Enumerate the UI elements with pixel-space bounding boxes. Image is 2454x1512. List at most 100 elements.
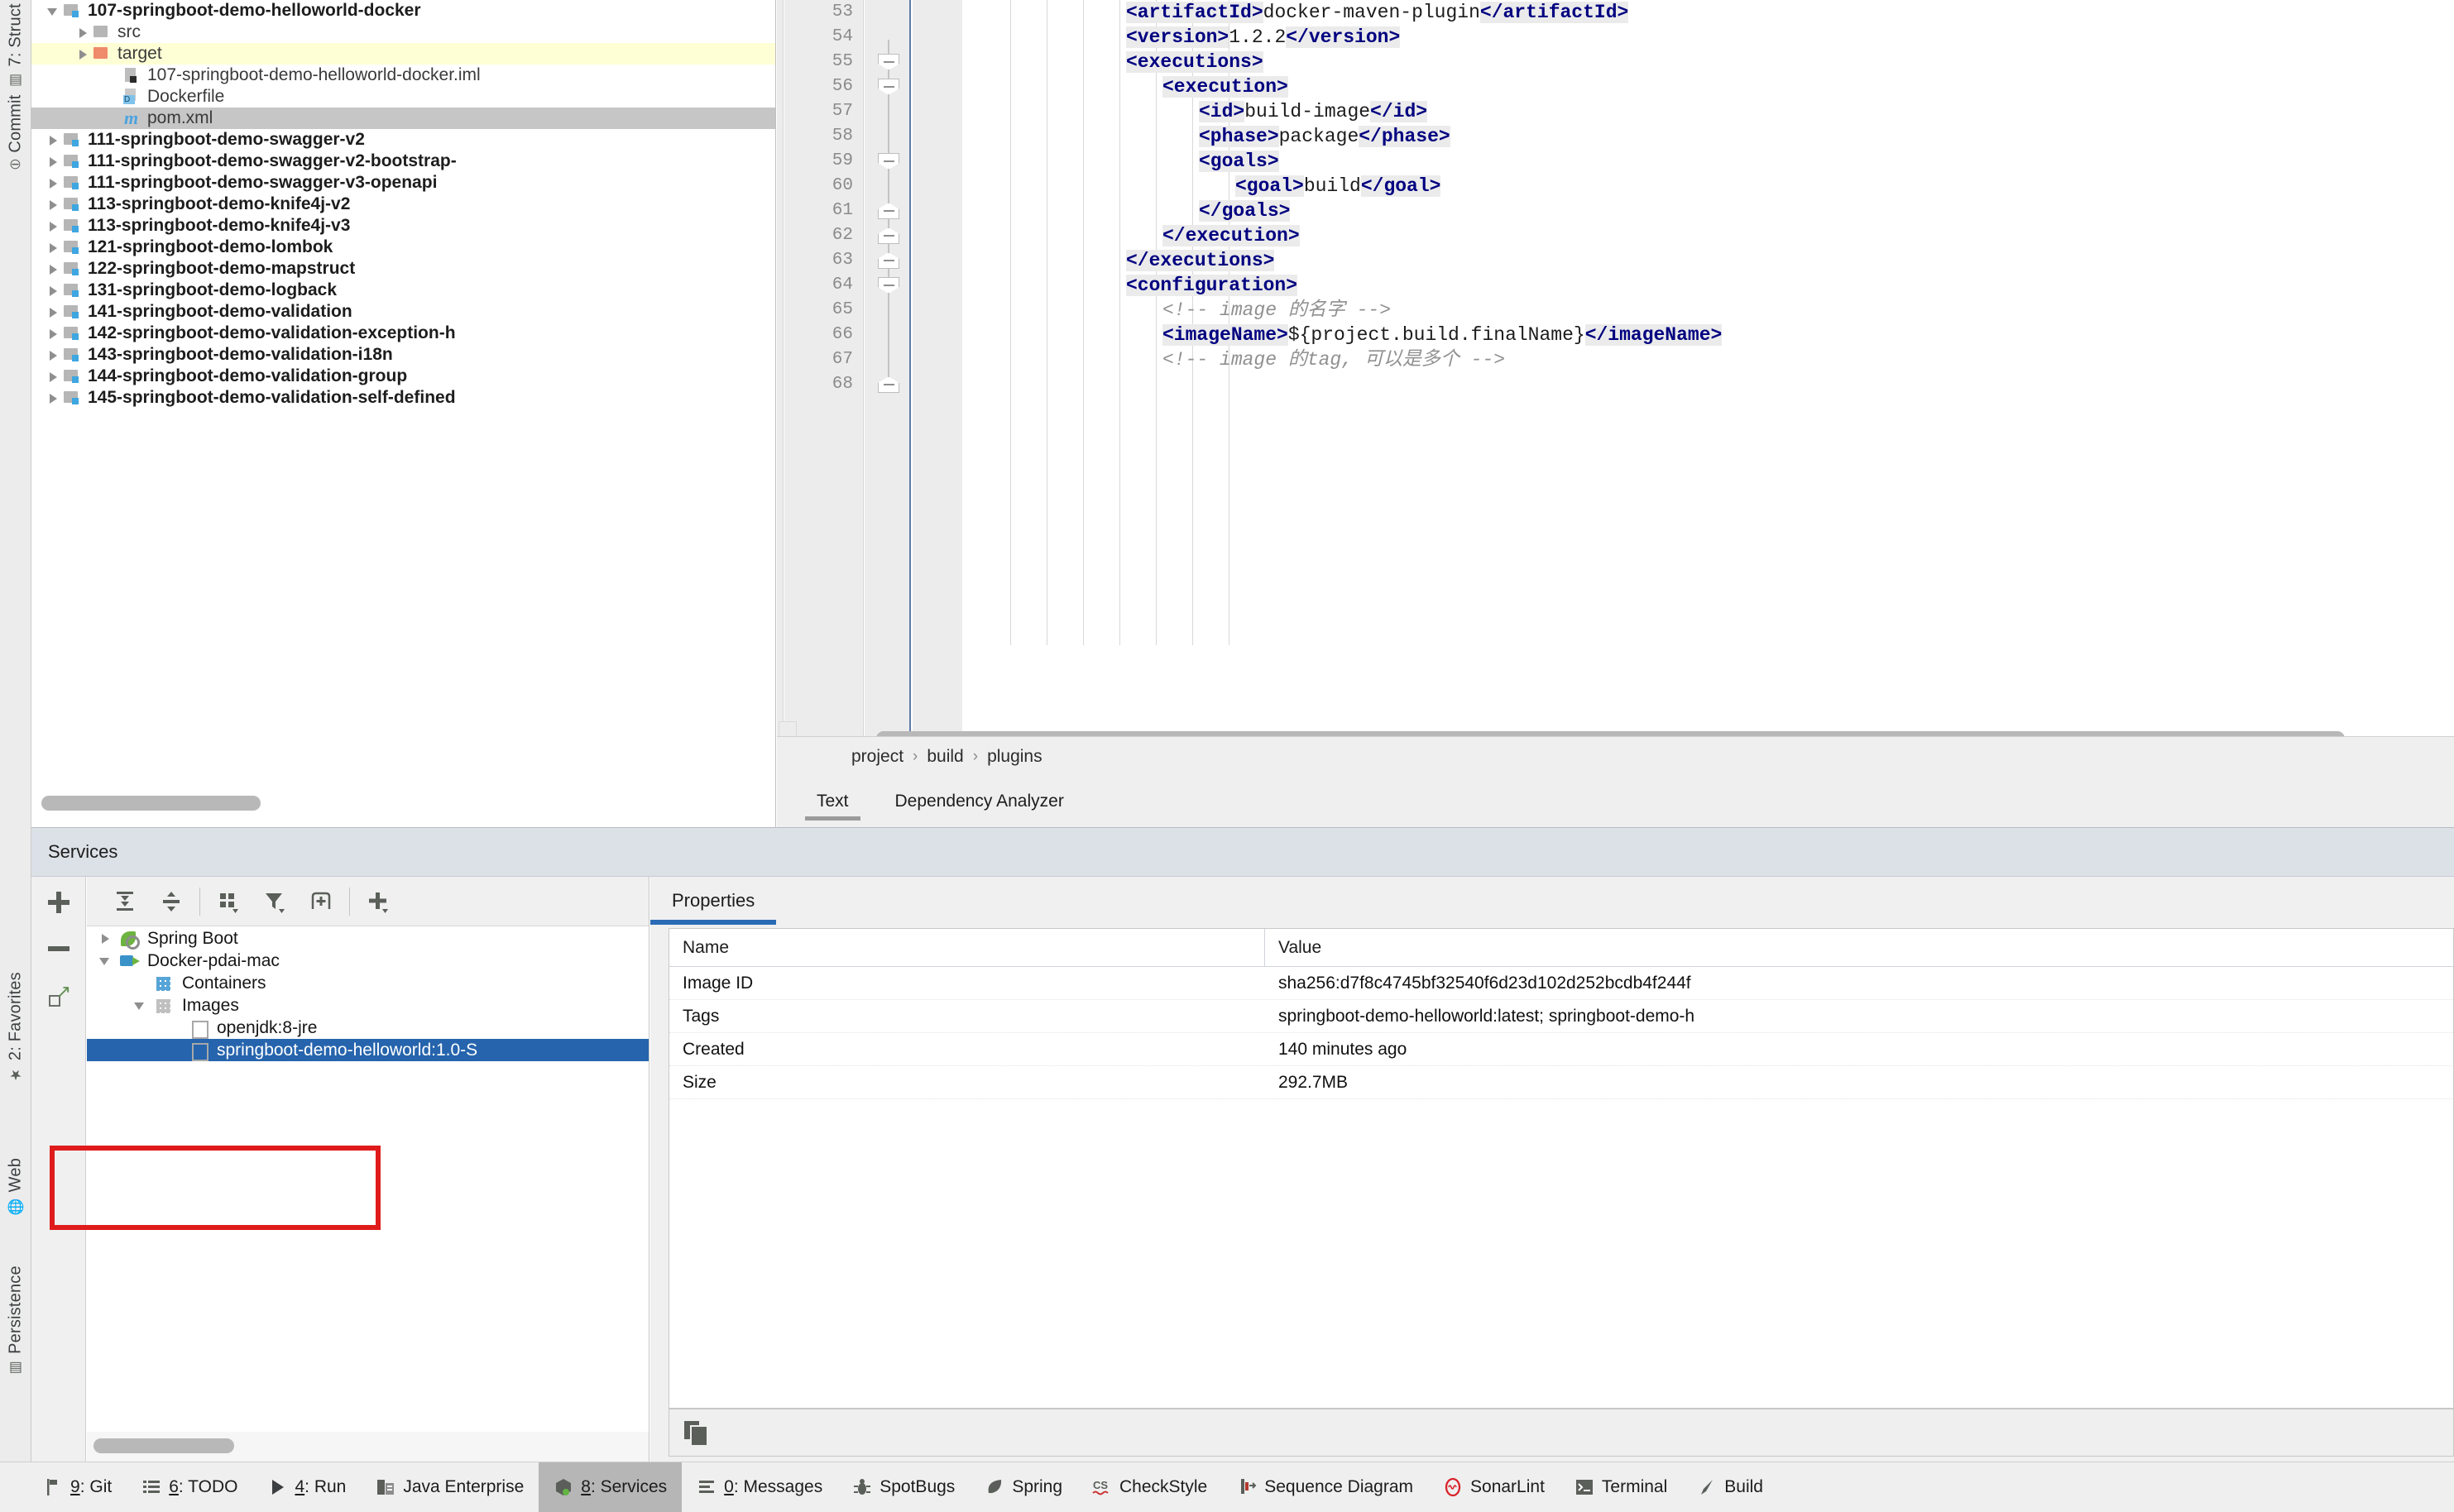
sidebar-item-structure[interactable]: ▤ 7: Struct (0, 3, 31, 89)
fold-toggle-icon[interactable] (878, 54, 899, 70)
services-tree[interactable]: Spring BootDocker-pdai-macContainersImag… (87, 927, 649, 1432)
breadcrumb-item[interactable]: plugins (987, 747, 1042, 767)
project-tree-row[interactable]: 144-springboot-demo-validation-group (31, 366, 775, 387)
project-tree-row[interactable]: 107-springboot-demo-helloworld-docker (31, 0, 775, 22)
code-line[interactable]: <goals> (962, 149, 2454, 174)
chevron-right-icon[interactable] (46, 285, 59, 297)
fold-toggle-icon[interactable] (878, 203, 899, 219)
project-tree-row[interactable]: 113-springboot-demo-knife4j-v2 (31, 194, 775, 215)
fold-toggle-icon[interactable] (878, 79, 899, 95)
project-tree-row[interactable]: 122-springboot-demo-mapstruct (31, 258, 775, 280)
chevron-right-icon[interactable] (46, 306, 59, 318)
project-tree-row[interactable]: 145-springboot-demo-validation-self-defi… (31, 387, 775, 409)
chevron-right-icon[interactable] (46, 371, 59, 383)
editor-fold-gutter[interactable] (865, 0, 911, 736)
chevron-right-icon[interactable] (98, 932, 111, 945)
fold-toggle-icon[interactable] (878, 376, 899, 393)
expand-all-button[interactable] (102, 878, 148, 925)
project-tree-hscrollbar[interactable] (41, 796, 765, 811)
project-tree-row[interactable]: 143-springboot-demo-validation-i18n (31, 344, 775, 366)
statusbar-button-java-enterprise[interactable]: Java Enterprise (361, 1462, 539, 1512)
properties-table-row[interactable]: Created140 minutes ago (669, 1033, 2453, 1066)
statusbar-button-sonarlint[interactable]: SonarLint (1428, 1462, 1560, 1512)
chevron-right-icon[interactable] (46, 199, 59, 211)
services-tree-row[interactable]: Docker-pdai-mac (87, 950, 649, 972)
chevron-right-icon[interactable] (46, 156, 59, 168)
tab-properties[interactable]: Properties (672, 877, 755, 925)
editor-tab-dependency-analyzer[interactable]: Dependency Analyzer (889, 776, 1071, 827)
statusbar-button-checkstyle[interactable]: CSCheckStyle (1077, 1462, 1222, 1512)
properties-table-row[interactable]: Tagsspringboot-demo-helloworld:latest; s… (669, 1000, 2453, 1033)
code-line[interactable]: </execution> (962, 223, 2454, 248)
properties-table-row[interactable]: Size292.7MB (669, 1066, 2453, 1099)
project-tree-row[interactable]: Dockerfile (31, 86, 775, 108)
chevron-right-icon[interactable] (46, 134, 59, 146)
fold-toggle-icon[interactable] (878, 252, 899, 269)
services-tree-row[interactable]: springboot-demo-helloworld:1.0-S (87, 1039, 649, 1061)
breadcrumb[interactable]: project›build›plugins (777, 736, 2454, 776)
chevron-down-icon[interactable] (98, 955, 111, 967)
chevron-right-icon[interactable] (46, 263, 59, 275)
statusbar-button-spring[interactable]: Spring (970, 1462, 1077, 1512)
copy-icon[interactable] (684, 1421, 707, 1444)
services-expand-button[interactable] (31, 976, 86, 1017)
services-tree-hscrollbar[interactable] (87, 1432, 649, 1462)
statusbar-button-0-messages[interactable]: 0: Messages (682, 1462, 837, 1512)
sidebar-item-commit[interactable]: ⦶ Commit (0, 95, 31, 170)
statusbar-button-spotbugs[interactable]: SpotBugs (837, 1462, 970, 1512)
services-add-button[interactable] (31, 882, 86, 923)
code-line[interactable]: <!-- image 的名字 --> (962, 298, 2454, 323)
column-header-name[interactable]: Name (669, 929, 1265, 966)
project-tree-row[interactable]: 111-springboot-demo-swagger-v3-openapi (31, 172, 775, 194)
breadcrumb-item[interactable]: build (927, 747, 963, 767)
project-tree-row[interactable]: 121-springboot-demo-lombok (31, 237, 775, 258)
sidebar-item-persistence[interactable]: ▤ Persistence (0, 1266, 31, 1376)
code-line[interactable]: <execution> (962, 74, 2454, 99)
services-tree-row[interactable]: openjdk:8-jre (87, 1017, 649, 1039)
properties-table-row[interactable]: Image IDsha256:d7f8c4745bf32540f6d23d102… (669, 967, 2453, 1000)
add-tab-button[interactable] (298, 878, 344, 925)
chevron-right-icon[interactable] (46, 328, 59, 340)
chevron-right-icon[interactable] (46, 349, 59, 361)
code-line[interactable]: <id>build-image</id> (962, 99, 2454, 124)
code-line[interactable]: <!-- image 的tag, 可以是多个 --> (962, 347, 2454, 372)
chevron-right-icon[interactable] (76, 48, 89, 60)
editor-tab-text[interactable]: Text (810, 776, 856, 827)
collapse-all-button[interactable] (148, 878, 194, 925)
column-header-value[interactable]: Value (1265, 929, 2453, 966)
code-line[interactable]: <artifactId>docker-maven-plugin</artifac… (962, 0, 2454, 25)
editor-code[interactable]: <artifactId>docker-maven-plugin</artifac… (962, 0, 2454, 736)
chevron-right-icon[interactable] (76, 26, 89, 39)
code-line[interactable]: <imageName>${project.build.finalName}</i… (962, 323, 2454, 347)
chevron-down-icon[interactable] (133, 999, 146, 1012)
services-tree-row[interactable]: Spring Boot (87, 927, 649, 950)
fold-toggle-icon[interactable] (878, 277, 899, 294)
project-tree-row[interactable]: 111-springboot-demo-swagger-v2-bootstrap… (31, 151, 775, 172)
project-tree-row[interactable]: src (31, 22, 775, 43)
sidebar-item-favorites[interactable]: ★ 2: Favorites (0, 972, 31, 1083)
statusbar-button-terminal[interactable]: Terminal (1560, 1462, 1682, 1512)
statusbar-button-sequence-diagram[interactable]: Sequence Diagram (1222, 1462, 1428, 1512)
chevron-right-icon[interactable] (46, 392, 59, 404)
project-tree[interactable]: 107-springboot-demo-helloworld-dockersrc… (31, 0, 775, 778)
chevron-right-icon[interactable] (46, 242, 59, 254)
chevron-right-icon[interactable] (46, 177, 59, 189)
code-line[interactable]: <phase>package</phase> (962, 124, 2454, 149)
group-by-button[interactable] (205, 878, 252, 925)
statusbar-button-6-todo[interactable]: 6: TODO (127, 1462, 252, 1512)
chevron-down-icon[interactable] (46, 5, 59, 17)
project-tree-row[interactable]: 113-springboot-demo-knife4j-v3 (31, 215, 775, 237)
services-remove-button[interactable] (31, 928, 86, 969)
project-tree-row[interactable]: pom.xml (31, 108, 775, 129)
editor-view-tabs[interactable]: Text Dependency Analyzer (777, 776, 2454, 827)
services-tree-row[interactable]: Containers (87, 972, 649, 994)
code-line[interactable]: <version>1.2.2</version> (962, 25, 2454, 50)
statusbar-button-8-services[interactable]: 8: Services (539, 1462, 682, 1512)
project-tree-row[interactable]: 107-springboot-demo-helloworld-docker.im… (31, 65, 775, 86)
chevron-right-icon[interactable] (46, 220, 59, 232)
code-line[interactable]: </goals> (962, 199, 2454, 223)
project-tree-row[interactable]: 141-springboot-demo-validation (31, 301, 775, 323)
fold-toggle-icon[interactable] (878, 227, 899, 244)
filter-button[interactable] (252, 878, 298, 925)
sidebar-item-web[interactable]: 🌐 Web (0, 1158, 31, 1215)
